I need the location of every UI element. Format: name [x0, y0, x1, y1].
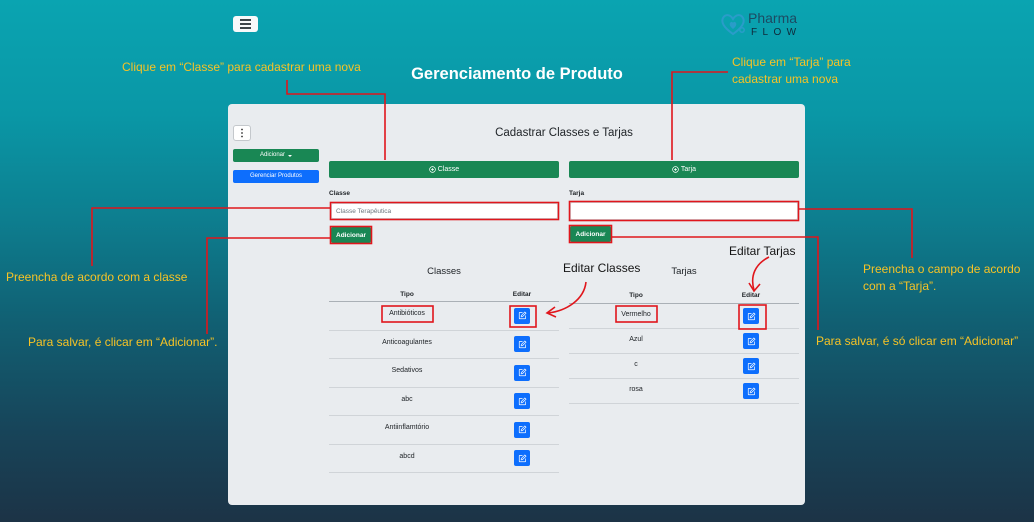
logo-wordmark-bottom: FLOW [751, 27, 802, 38]
classe-name: Antibióticos [389, 310, 425, 318]
edit-tarja-button[interactable] [743, 333, 759, 349]
tarja-field-label: Tarja [569, 190, 585, 197]
table-row: rosa [569, 379, 799, 404]
edit-icon [518, 340, 527, 348]
edit-icon [518, 425, 527, 434]
edit-icon [747, 311, 756, 320]
classe-toggle-button[interactable]: Classe [329, 161, 559, 178]
add-tarja-button[interactable]: Adicionar [570, 226, 611, 242]
annotation-line: cadastrar uma nova [732, 72, 839, 86]
plus-circle-icon [429, 166, 436, 173]
tarja-name: rosa [629, 385, 643, 393]
table-row: Antiinflamtório [329, 416, 559, 445]
add-dropdown-label: Adicionar [259, 152, 285, 158]
edit-classe-button[interactable] [514, 421, 530, 438]
manage-products-button[interactable]: Gerenciar Produtos [233, 170, 319, 183]
edit-icon [518, 368, 527, 377]
vertical-dots-icon [241, 128, 243, 138]
tarjas-table: Tarjas Tipo Editar Vermelho Azul c rosa [569, 266, 799, 404]
tarja-toggle-button[interactable]: Tarja [569, 161, 799, 178]
edit-tarja-button[interactable] [743, 383, 759, 399]
annotation-edit-classes: Editar Classes [563, 261, 641, 275]
tarja-input[interactable] [570, 202, 798, 220]
annotation-line: com a “Tarja”. [863, 279, 937, 293]
annotation-connector-tarja-input [799, 208, 913, 258]
edit-classe-button[interactable] [514, 307, 530, 324]
column-header-editar: Editar [741, 292, 761, 299]
add-classe-button[interactable]: Adicionar [331, 227, 371, 243]
plus-circle-icon [672, 166, 679, 173]
table-row: abc [329, 388, 559, 416]
classes-table: Classes Tipo Editar Antibióticos Anticoa… [329, 266, 559, 473]
logo: Pharma FLOW [719, 9, 811, 41]
menu-toggle-button[interactable] [233, 16, 258, 32]
tarja-name: Vermelho [621, 310, 651, 318]
edit-icon [747, 336, 756, 345]
table-row: Azul [569, 329, 799, 354]
annotation-line: Preencha o campo de acordo [863, 262, 1021, 276]
table-header-row: Tipo Editar [329, 288, 559, 302]
column-header-tipo: Tipo [400, 291, 414, 298]
section-heading: Cadastrar Classes e Tarjas [495, 127, 633, 139]
column-header-editar: Editar [512, 291, 532, 298]
table-row: Anticoagulantes [329, 331, 559, 359]
annotation-classe-input-hint: Preencha de acordo com a classe [6, 270, 188, 284]
edit-tarja-button[interactable] [743, 358, 759, 374]
more-options-button[interactable] [233, 125, 251, 141]
edit-tarja-button[interactable] [743, 308, 759, 324]
classe-name: Anticoagulantes [382, 338, 432, 346]
product-management-panel: Adicionar Gerenciar Produtos Cadastrar C… [228, 104, 805, 505]
annotation-line: Clique em “Tarja” para [732, 55, 851, 69]
manage-products-label: Gerenciar Produtos [249, 173, 303, 179]
tarja-toggle-label: Tarja [680, 166, 697, 173]
edit-icon [518, 311, 527, 320]
edit-icon [747, 361, 756, 370]
stethoscope-heart-icon [721, 14, 745, 36]
annotation-classe-toggle-hint: Clique em “Classe” para cadastrar uma no… [122, 60, 361, 74]
edit-classe-button[interactable] [514, 336, 530, 353]
column-header-tipo: Tipo [629, 292, 643, 299]
tarja-name: c [634, 360, 638, 368]
annotation-tarja-save-hint: Para salvar, é só clicar em “Adicionar” [816, 334, 1019, 348]
classe-name: abcd [399, 452, 415, 460]
table-row: Sedativos [329, 359, 559, 388]
classes-table-title: Classes [427, 266, 461, 277]
table-header-row: Tipo Editar [569, 288, 799, 304]
logo-wordmark-top: Pharma [748, 10, 798, 26]
classe-name: Sedativos [391, 367, 423, 375]
edit-icon [518, 397, 527, 405]
annotation-edit-tarjas: Editar Tarjas [729, 244, 796, 258]
annotation-tarja-input-hint: Preencha o campo de acordo com a “Tarja”… [863, 261, 1020, 295]
edit-icon [747, 386, 756, 395]
edit-classe-button[interactable] [514, 364, 530, 381]
add-dropdown-button[interactable]: Adicionar [233, 149, 319, 162]
annotation-tarja-toggle-hint: Clique em “Tarja” para cadastrar uma nov… [732, 54, 851, 88]
table-row: abcd [329, 445, 559, 473]
edit-icon [518, 454, 527, 462]
classe-toggle-label: Classe [437, 166, 460, 173]
classe-field-label: Classe [329, 190, 350, 197]
classe-name: Antiinflamtório [384, 424, 430, 432]
table-row: Vermelho [569, 304, 799, 329]
classe-input[interactable] [331, 203, 558, 219]
annotation-classe-save-hint: Para salvar, é clicar em “Adicionar”. [28, 335, 218, 349]
table-row: c [569, 354, 799, 379]
caret-down-icon [288, 154, 292, 157]
edit-classe-button[interactable] [514, 450, 530, 467]
edit-classe-button[interactable] [514, 393, 530, 410]
hamburger-icon [240, 19, 251, 29]
tarja-name: Azul [629, 335, 643, 343]
classe-name: abc [401, 395, 413, 403]
table-row: Antibióticos [329, 302, 559, 331]
